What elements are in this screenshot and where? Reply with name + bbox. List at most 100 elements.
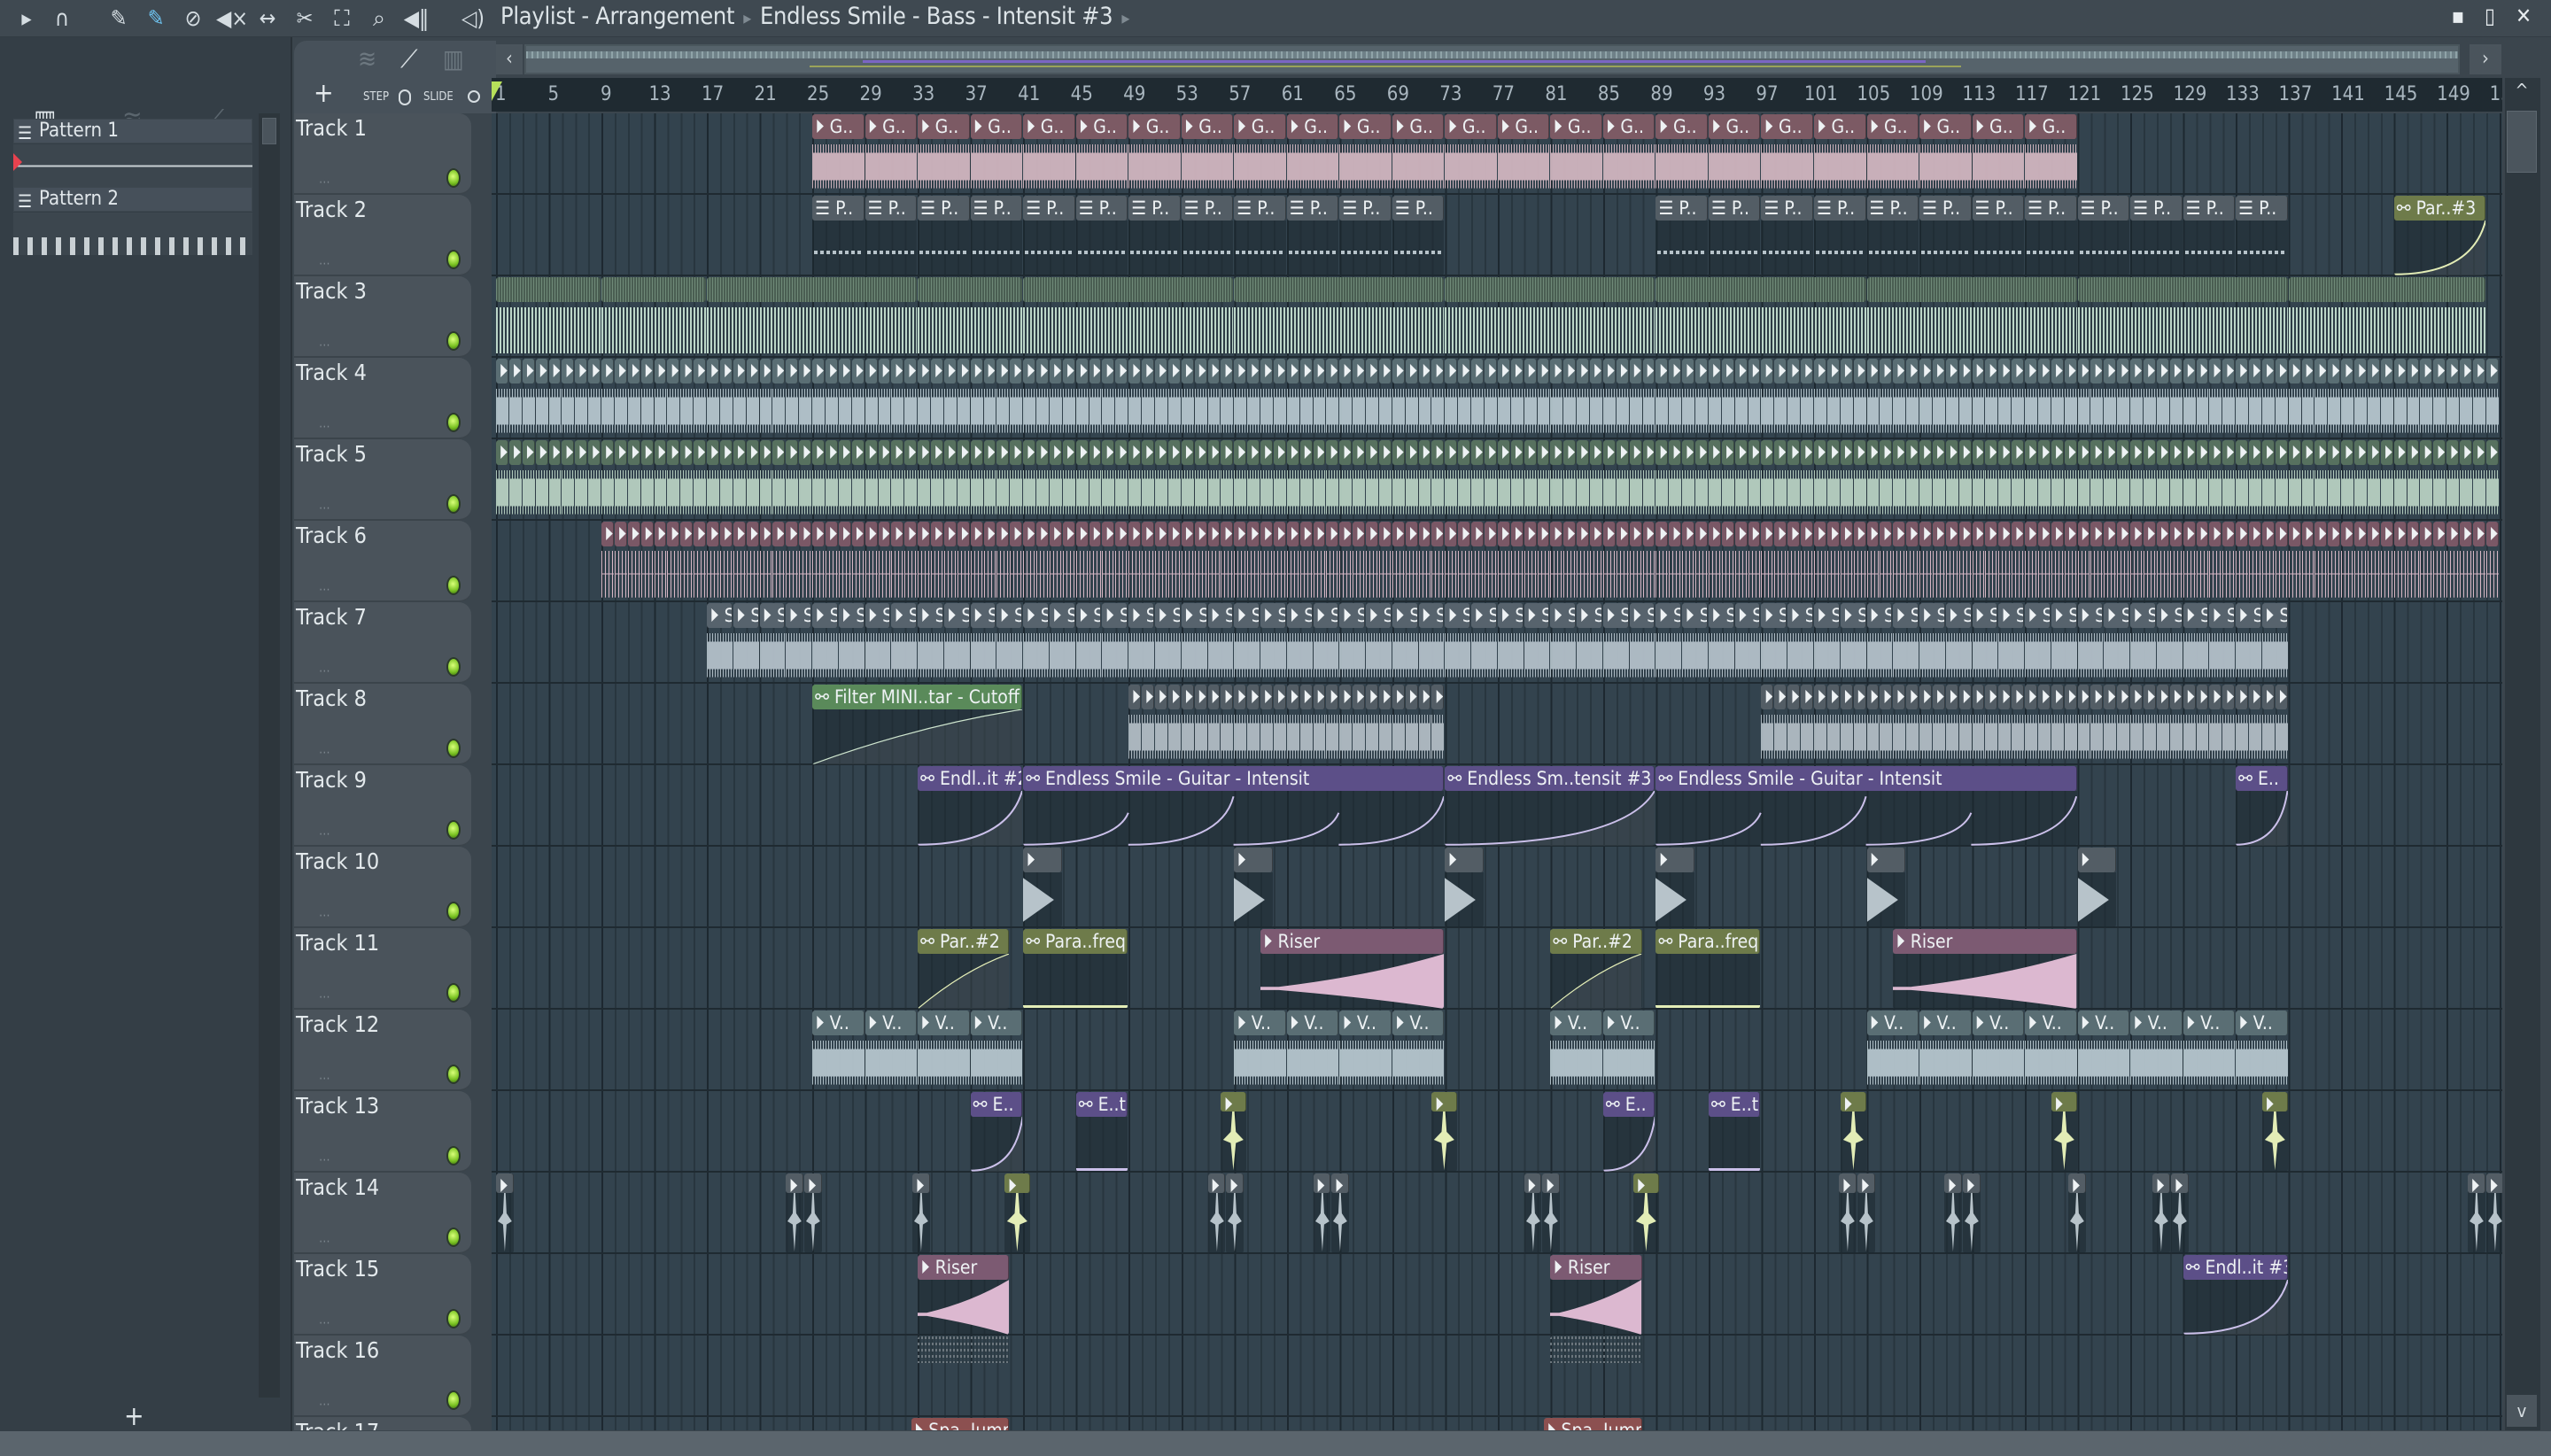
clip[interactable]: ⏵ — [2433, 522, 2446, 601]
clip[interactable]: ☰ P.. — [1128, 196, 1181, 275]
clip[interactable]: ⏵ — [1563, 359, 1577, 438]
clip-header[interactable]: ⏵ — [1115, 522, 1128, 546]
clip[interactable]: ⏵ — [680, 440, 694, 520]
clip-header[interactable]: ⏵ — [2037, 359, 2051, 383]
clip-header[interactable]: ⏵ — [1273, 685, 1286, 709]
clip[interactable]: ⏵ — [601, 359, 614, 438]
clip[interactable]: ⏵ — [1655, 359, 1669, 438]
clip-header[interactable]: ⏵ — [1299, 359, 1313, 383]
clip-header[interactable]: ⏵ — [970, 359, 983, 383]
clip-header[interactable]: ⏵ — [614, 440, 627, 465]
clip-header[interactable]: ⏵ — [1023, 522, 1036, 546]
clip[interactable]: ⏵ — [1010, 359, 1023, 438]
clip[interactable]: ⏵ — [654, 359, 667, 438]
clip[interactable]: ⏵ — [2460, 440, 2472, 520]
clip-header[interactable]: ⏵ — [1353, 685, 1366, 709]
clip-header[interactable]: ⏵ — [2275, 522, 2288, 546]
track-header[interactable]: Track 4 ⋯ — [294, 358, 471, 439]
clip[interactable]: ⏵ — [1181, 522, 1194, 601]
clip[interactable]: ⏵ — [1998, 685, 2012, 764]
clip-header[interactable]: ⏵ — [2077, 848, 2117, 872]
clip[interactable]: ⏵ — [1194, 685, 1207, 764]
clip-header[interactable]: ⏵ — [1616, 359, 1629, 383]
clip-header[interactable]: ⏵ — [1826, 685, 1840, 709]
clip-header[interactable]: ⏵ — [2104, 440, 2117, 465]
clip[interactable]: ⏵ — [601, 522, 614, 601]
clip[interactable]: ☰ P.. — [865, 196, 918, 275]
clip-header[interactable]: ⏵ — [1695, 522, 1708, 546]
clip-header[interactable]: ⏵ — [1734, 359, 1748, 383]
clip-header[interactable]: ⏵ S..r — [1075, 603, 1102, 628]
clip[interactable]: ⏵ — [2433, 359, 2446, 438]
track-mute-led[interactable] — [446, 1390, 461, 1410]
clip-header[interactable]: ⏵ — [1234, 440, 1247, 465]
timeline-ruler[interactable]: 1 5 9 13 17 21 25 29 33 37 41 45 49 53 57 61 65 69 73 77 81 8… — [492, 78, 2502, 112]
clip-header[interactable]: ⏵ — [1774, 685, 1787, 709]
clip[interactable]: ⏵ — [1958, 685, 1972, 764]
clip-header[interactable]: ⏵ — [2328, 440, 2341, 465]
clip-header[interactable]: ⏵ — [1840, 685, 1853, 709]
clip[interactable]: ⚯ E..t — [1708, 1092, 1761, 1172]
clip-header[interactable]: ⏵ — [1458, 522, 1471, 546]
clip[interactable]: ⏵ V.. — [1602, 1011, 1655, 1090]
clip[interactable]: ⏵ — [2144, 440, 2156, 520]
clip-header[interactable]: ⏵ — [1313, 522, 1326, 546]
clip[interactable]: ⏵ — [1299, 440, 1313, 520]
clip-header[interactable]: ⏵ — [1721, 359, 1734, 383]
clip-header[interactable]: ⏵ — [1590, 359, 1602, 383]
clip[interactable]: ⏵ — [1458, 440, 1471, 520]
clip[interactable]: ⏵ G.. — [1075, 114, 1128, 194]
clip[interactable]: ⏵ V.. — [1550, 1011, 1602, 1090]
clip-header[interactable]: ⏵ — [2077, 685, 2090, 709]
clip-header[interactable]: ⏵ — [1814, 685, 1826, 709]
clip-header[interactable]: ⏵ — [1062, 359, 1075, 383]
clip[interactable]: ⏵ — [1339, 359, 1353, 438]
clip[interactable]: ⏵ — [1392, 522, 1405, 601]
clip[interactable]: ⏵ — [1392, 440, 1405, 520]
clip-header[interactable]: ⏵ — [1004, 1173, 1031, 1193]
clip-header[interactable]: ☰ P.. — [2130, 196, 2183, 221]
clip[interactable]: ⏵ — [1431, 359, 1445, 438]
clip[interactable]: ⏵ — [1286, 522, 1299, 601]
clip-header[interactable]: ⏵ S..r — [1866, 603, 1893, 628]
clip[interactable]: ⏵ — [640, 522, 654, 601]
clip[interactable]: ⏵ — [786, 1173, 804, 1253]
clip-header[interactable]: ⏵ — [891, 440, 904, 465]
clip[interactable]: ⏵ G.. — [970, 114, 1023, 194]
clip[interactable]: ⏵ — [838, 359, 851, 438]
clip-header[interactable]: ⏵ — [2249, 685, 2261, 709]
clip-header[interactable]: ⏵ — [838, 440, 851, 465]
clip-header[interactable]: ⏵ — [838, 359, 851, 383]
clip-header[interactable]: ⏵ — [2420, 522, 2433, 546]
clip[interactable]: ⏵ — [1207, 685, 1221, 764]
clip-header[interactable]: ⏵ — [1221, 359, 1234, 383]
clip-header[interactable]: ⏵ V.. — [1602, 1011, 1655, 1035]
clip[interactable]: ⏵ V.. — [812, 1011, 865, 1090]
clip[interactable]: ⏵ — [2064, 440, 2077, 520]
clip[interactable]: ⏵ — [1115, 440, 1128, 520]
clip[interactable]: ⏵ — [1840, 685, 1853, 764]
clip-header[interactable]: ⏵ — [1721, 522, 1734, 546]
clip-header[interactable]: ⏵ G.. — [1655, 114, 1708, 139]
pattern-clip-icon[interactable]: ▥ — [443, 44, 464, 74]
clip-header[interactable]: ⏵ — [2064, 685, 2077, 709]
track-grip-icon[interactable]: ⋯ — [319, 909, 331, 923]
clip[interactable]: ⏵ — [1260, 359, 1273, 438]
clip-header[interactable]: ⏵ — [588, 359, 601, 383]
clip[interactable]: ⏵ — [1339, 685, 1353, 764]
clip[interactable]: ⏵ — [1181, 359, 1194, 438]
clip-header[interactable]: ⏵ — [2196, 522, 2209, 546]
clip-header[interactable]: ⏵ — [2315, 522, 2328, 546]
clip-header[interactable]: ⏵ S..r — [1682, 603, 1708, 628]
clip-header[interactable]: ⏵ — [2051, 685, 2064, 709]
clip-header[interactable]: ⏵ — [2156, 359, 2169, 383]
clip-header[interactable]: ⏵ — [694, 522, 707, 546]
clip[interactable]: ⏵ — [1004, 1173, 1031, 1253]
clip-header[interactable]: ⏵ V.. — [1286, 1011, 1339, 1035]
clip[interactable]: ⏵ S..r — [2130, 603, 2156, 683]
clip-header[interactable]: ⏵ — [1221, 685, 1234, 709]
clip-header[interactable]: ⏵ V.. — [2130, 1011, 2183, 1035]
clip[interactable]: ⏵ — [2236, 522, 2249, 601]
clip[interactable]: ⏵ — [891, 440, 904, 520]
clip[interactable]: ⏵ — [1563, 440, 1577, 520]
